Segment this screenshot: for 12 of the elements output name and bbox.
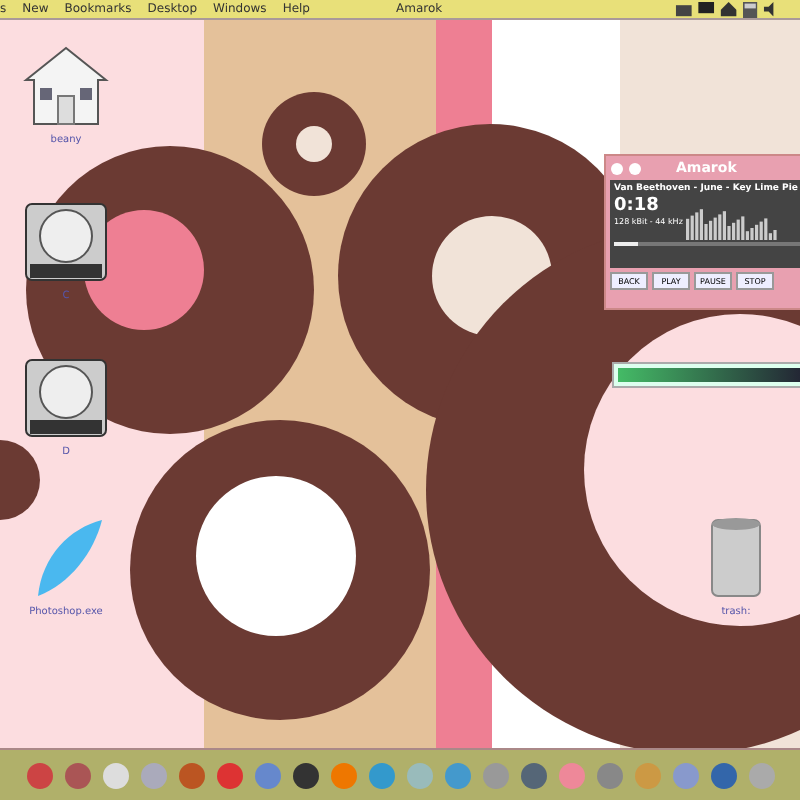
settings-icon[interactable] [610,161,624,175]
monitor-icon[interactable] [698,1,715,16]
app-icon[interactable] [291,761,319,789]
app-icon[interactable] [709,761,737,789]
close-icon[interactable] [628,161,642,175]
house-icon[interactable] [22,44,110,128]
app-icon[interactable] [519,761,547,789]
house-icon[interactable] [720,1,737,16]
time-display: 0:18 [614,196,661,216]
hard-drive-icon[interactable] [22,200,110,284]
hard-drive-icon[interactable] [22,356,110,440]
calculator-icon[interactable] [743,1,758,17]
